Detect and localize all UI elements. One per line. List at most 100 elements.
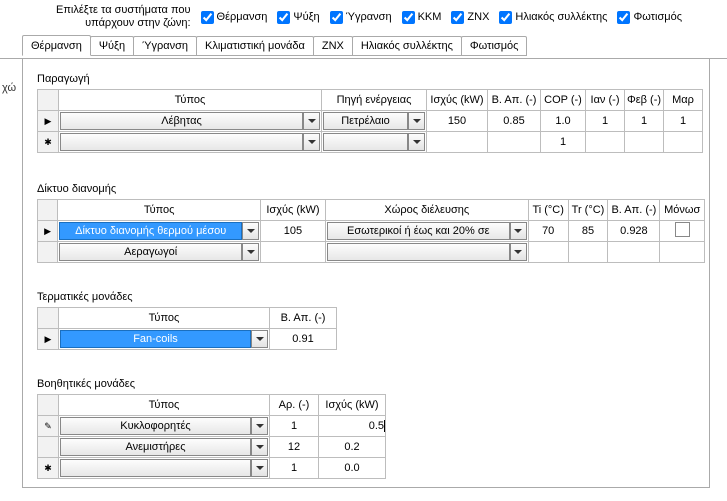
section-title-terminals: Τερματικές μονάδες <box>37 291 705 303</box>
cell-pow[interactable]: 0.0 <box>340 462 363 474</box>
chk-znx[interactable]: ΖΝΧ <box>451 11 489 24</box>
grid-terminals[interactable]: Τύπος Β. Απ. (-) ▶ Fan-coils 0.91 <box>37 307 337 350</box>
cell-bap[interactable]: 0.928 <box>616 225 652 237</box>
cell-bap[interactable]: 0.85 <box>499 115 528 127</box>
cell-pow[interactable]: 0.5 <box>365 420 385 432</box>
cell-tr[interactable]: 85 <box>578 225 598 237</box>
cell-bap[interactable]: 0.91 <box>288 333 317 345</box>
cell-tr[interactable] <box>568 242 608 263</box>
cell-ins[interactable] <box>660 242 705 263</box>
cell-jan[interactable]: 1 <box>598 115 612 127</box>
cell-pow[interactable]: 0.2 <box>340 441 363 453</box>
cell-bap[interactable] <box>488 132 541 153</box>
cell-n[interactable]: 12 <box>284 441 304 453</box>
hdr-bap: Β. Απ. (-) <box>270 308 337 329</box>
tab-znx[interactable]: ΖΝΧ <box>313 36 353 56</box>
cell-mar[interactable] <box>664 132 703 153</box>
tabstrip: Θέρμανση Ψύξη Ύγρανση Κλιματιστική μονάδ… <box>0 36 727 59</box>
cell-n[interactable]: 1 <box>287 420 301 432</box>
chevron-down-icon[interactable] <box>408 133 425 151</box>
hdr-feb: Φεβ (-) <box>625 90 664 111</box>
tab-light[interactable]: Φωτισμός <box>461 36 528 56</box>
cell-pow[interactable] <box>261 242 326 263</box>
type-combo[interactable]: Λέβητας <box>59 111 321 131</box>
type-combo[interactable]: Fan-coils <box>59 329 269 349</box>
chevron-down-icon[interactable] <box>510 222 527 240</box>
row-indicator-current: ▶ <box>38 221 58 242</box>
cell-mar[interactable]: 1 <box>676 115 690 127</box>
grid-aux[interactable]: Τύπος Αρ. (-) Ισχύς (kW) ✎ Κυκλοφορητές … <box>37 394 386 479</box>
grid-production[interactable]: Τύπος Πηγή ενέργειας Ισχύς (kW) Β. Απ. (… <box>37 89 703 153</box>
table-row[interactable]: ✎ Κυκλοφορητές 1 0.5 <box>38 416 386 437</box>
hdr-tr: Tr (°C) <box>568 200 608 221</box>
tab-cooling[interactable]: Ψύξη <box>90 36 134 56</box>
cell-cop[interactable]: 1 <box>556 136 570 148</box>
hdr-pow: Ισχύς (kW) <box>261 200 326 221</box>
cell-jan[interactable] <box>586 132 625 153</box>
cell-pow[interactable]: 150 <box>444 115 470 127</box>
chk-solar[interactable]: Ηλιακός συλλέκτης <box>499 11 607 24</box>
chevron-down-icon[interactable] <box>251 459 268 477</box>
hdr-bap: Β. Απ. (-) <box>488 90 541 111</box>
chk-light[interactable]: Φωτισμός <box>617 11 682 24</box>
chk-cooling[interactable]: Ψύξη <box>277 11 319 24</box>
type-combo[interactable] <box>59 458 269 478</box>
grid-network[interactable]: Τύπος Ισχύς (kW) Χώρος διέλευσης Ti (°C)… <box>37 199 705 263</box>
tab-ac[interactable]: Κλιματιστική μονάδα <box>196 36 314 56</box>
table-row-new[interactable]: ✱ 1 0.0 <box>38 458 386 479</box>
src-combo[interactable] <box>322 132 426 152</box>
room-combo[interactable] <box>326 242 528 262</box>
chevron-down-icon[interactable] <box>251 330 268 348</box>
tab-heating[interactable]: Θέρμανση <box>22 35 91 56</box>
cell-cop[interactable]: 1.0 <box>551 115 574 127</box>
room-combo[interactable]: Εσωτερικοί ή έως και 20% σε <box>326 221 528 241</box>
chevron-down-icon[interactable] <box>408 112 425 130</box>
table-row[interactable]: Αεραγωγοί <box>38 242 705 263</box>
chevron-down-icon[interactable] <box>303 112 320 130</box>
section-title-production: Παραγωγή <box>37 73 705 85</box>
hdr-room: Χώρος διέλευσης <box>325 200 528 221</box>
cell-pow[interactable] <box>427 132 488 153</box>
type-combo[interactable]: Κυκλοφορητές <box>59 416 269 436</box>
cell-ti[interactable] <box>528 242 568 263</box>
systems-selector: Επιλέξτε τα συστήματα που υπάρχουν στην … <box>0 0 727 36</box>
table-row[interactable]: Ανεμιστήρες 12 0.2 <box>38 437 386 458</box>
row-indicator-current: ▶ <box>38 111 59 132</box>
cell-ti[interactable]: 70 <box>538 225 558 237</box>
chevron-down-icon[interactable] <box>510 243 527 261</box>
cell-ins[interactable] <box>660 221 705 242</box>
src-combo[interactable]: Πετρέλαιο <box>322 111 426 131</box>
cell-feb[interactable]: 1 <box>637 115 651 127</box>
hdr-type: Τύπος <box>59 395 270 416</box>
tab-humid[interactable]: Ύγρανση <box>133 36 197 56</box>
chevron-down-icon[interactable] <box>251 438 268 456</box>
cell-n[interactable]: 1 <box>287 462 301 474</box>
chevron-down-icon[interactable] <box>303 133 320 151</box>
cell-bap[interactable] <box>608 242 660 263</box>
chk-heating[interactable]: Θέρμανση <box>201 11 268 24</box>
cell-feb[interactable] <box>625 132 664 153</box>
side-label: χώ <box>2 82 16 94</box>
tab-solar[interactable]: Ηλιακός συλλέκτης <box>352 36 462 56</box>
chk-humid[interactable]: Ύγρανση <box>330 11 392 24</box>
hdr-type: Τύπος <box>58 200 261 221</box>
hdr-jan: Ιαν (-) <box>586 90 625 111</box>
cell-pow[interactable]: 105 <box>280 225 306 237</box>
type-combo[interactable]: Δίκτυο διανομής θερμού μέσου <box>58 221 260 241</box>
grid-corner <box>38 90 59 111</box>
hdr-pow: Ισχύς (kW) <box>427 90 488 111</box>
chevron-down-icon[interactable] <box>242 243 259 261</box>
table-row-new[interactable]: ✱ 1 <box>38 132 703 153</box>
chevron-down-icon[interactable] <box>242 222 259 240</box>
table-row[interactable]: ▶ Δίκτυο διανομής θερμού μέσου 105 Εσωτε… <box>38 221 705 242</box>
section-title-network: Δίκτυο διανομής <box>37 183 705 195</box>
grid-corner <box>38 308 59 329</box>
chk-kkm[interactable]: ΚΚΜ <box>402 11 442 24</box>
table-row[interactable]: ▶ Λέβητας Πετρέλαιο 150 0.85 1.0 1 1 1 <box>38 111 703 132</box>
type-combo[interactable] <box>59 132 321 152</box>
chevron-down-icon[interactable] <box>251 417 268 435</box>
grid-corner <box>38 395 59 416</box>
type-combo[interactable]: Ανεμιστήρες <box>59 437 269 457</box>
type-combo[interactable]: Αεραγωγοί <box>58 242 260 262</box>
table-row[interactable]: ▶ Fan-coils 0.91 <box>38 329 337 350</box>
